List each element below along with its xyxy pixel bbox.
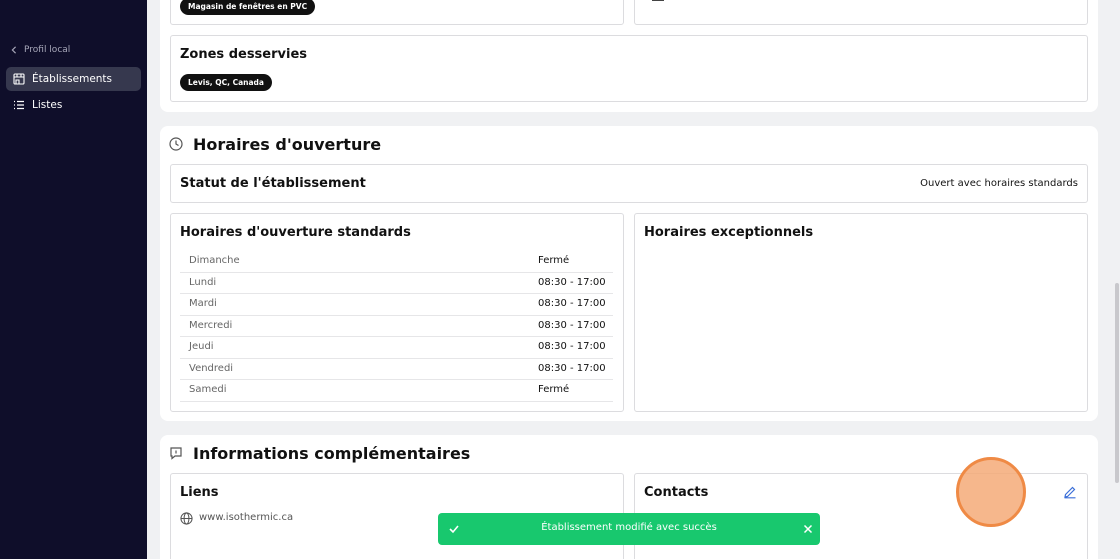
- clock-icon: [169, 137, 183, 151]
- hours-day: Samedi: [189, 384, 227, 395]
- hours-row: Mercredi 08:30 - 17:00: [180, 316, 613, 337]
- edit-icon[interactable]: [1063, 485, 1077, 499]
- hours-day: Mardi: [189, 298, 217, 309]
- category-pill: Magasin de fenêtres en PVC: [180, 0, 316, 15]
- hours-section: Horaires d'ouverture Statut de l'établis…: [160, 126, 1098, 421]
- scrollbar[interactable]: [1115, 283, 1119, 483]
- standard-hours-box: Horaires d'ouverture standards Dimanche …: [170, 213, 624, 412]
- sidebar-item-label: Établissements: [32, 73, 113, 85]
- zones-box: Zones desservies Levis, QC, Canada: [170, 35, 1088, 102]
- website-link[interactable]: www.isothermic.ca: [199, 512, 293, 523]
- close-icon[interactable]: [802, 523, 814, 535]
- contacts-title: Contacts: [644, 485, 709, 500]
- hours-row: Lundi 08:30 - 17:00: [180, 273, 613, 294]
- hours-row: Samedi Fermé: [180, 380, 613, 402]
- back-link-label: Profil local: [24, 45, 71, 55]
- hours-time: Fermé: [538, 384, 570, 395]
- hours-section-title: Horaires d'ouverture: [193, 135, 382, 154]
- categories-card: Magasin de fenêtres en PVC Zones desserv…: [160, 0, 1098, 112]
- back-link[interactable]: Profil local: [10, 45, 70, 55]
- hours-time: Fermé: [538, 255, 570, 266]
- sidebar-item-label: Listes: [32, 99, 63, 111]
- status-value: Ouvert avec horaires standards: [920, 178, 1078, 189]
- click-indicator: [956, 457, 1026, 527]
- hours-time: 08:30 - 17:00: [538, 319, 606, 331]
- status-label: Statut de l'établissement: [180, 176, 366, 191]
- success-toast: Établissement modifié avec succès: [438, 513, 820, 545]
- attribute-box: [634, 0, 1088, 25]
- sidebar-item-listes[interactable]: Listes: [6, 93, 141, 117]
- hours-day: Dimanche: [189, 255, 240, 266]
- info-section-title: Informations complémentaires: [193, 444, 471, 463]
- store-icon: [13, 73, 25, 85]
- sidebar-item-etablissements[interactable]: Établissements: [6, 67, 141, 91]
- hours-day: Vendredi: [189, 362, 234, 374]
- zones-title: Zones desservies: [180, 47, 308, 62]
- hours-day: Lundi: [189, 276, 217, 288]
- sidebar: Profil local Établissements Listes: [0, 0, 147, 559]
- hours-row: Mardi 08:30 - 17:00: [180, 294, 613, 316]
- zone-pill: Levis, QC, Canada: [180, 74, 272, 91]
- toast-message: Établissement modifié avec succès: [541, 522, 717, 533]
- hours-day: Jeudi: [189, 341, 214, 352]
- list-icon: [14, 100, 24, 110]
- hours-time: 08:30 - 17:00: [538, 362, 606, 374]
- hours-row: Dimanche Fermé: [180, 251, 613, 273]
- globe-icon: [180, 512, 193, 525]
- links-title: Liens: [180, 485, 219, 500]
- hours-row: Jeudi 08:30 - 17:00: [180, 337, 613, 359]
- standard-hours-title: Horaires d'ouverture standards: [180, 225, 411, 240]
- exceptional-hours-title: Horaires exceptionnels: [644, 225, 814, 240]
- hours-day: Mercredi: [189, 319, 233, 331]
- hours-time: 08:30 - 17:00: [538, 276, 606, 288]
- hours-time: 08:30 - 17:00: [538, 341, 606, 352]
- comment-icon: [170, 447, 182, 460]
- status-box: Statut de l'établissement Ouvert avec ho…: [170, 164, 1088, 203]
- hours-time: 08:30 - 17:00: [538, 298, 606, 309]
- attribute-icon: [652, 0, 664, 1]
- category-box: Magasin de fenêtres en PVC: [170, 0, 624, 25]
- exceptional-hours-box: Horaires exceptionnels: [634, 213, 1088, 412]
- hours-row: Vendredi 08:30 - 17:00: [180, 359, 613, 380]
- chevron-left-icon: [11, 46, 17, 54]
